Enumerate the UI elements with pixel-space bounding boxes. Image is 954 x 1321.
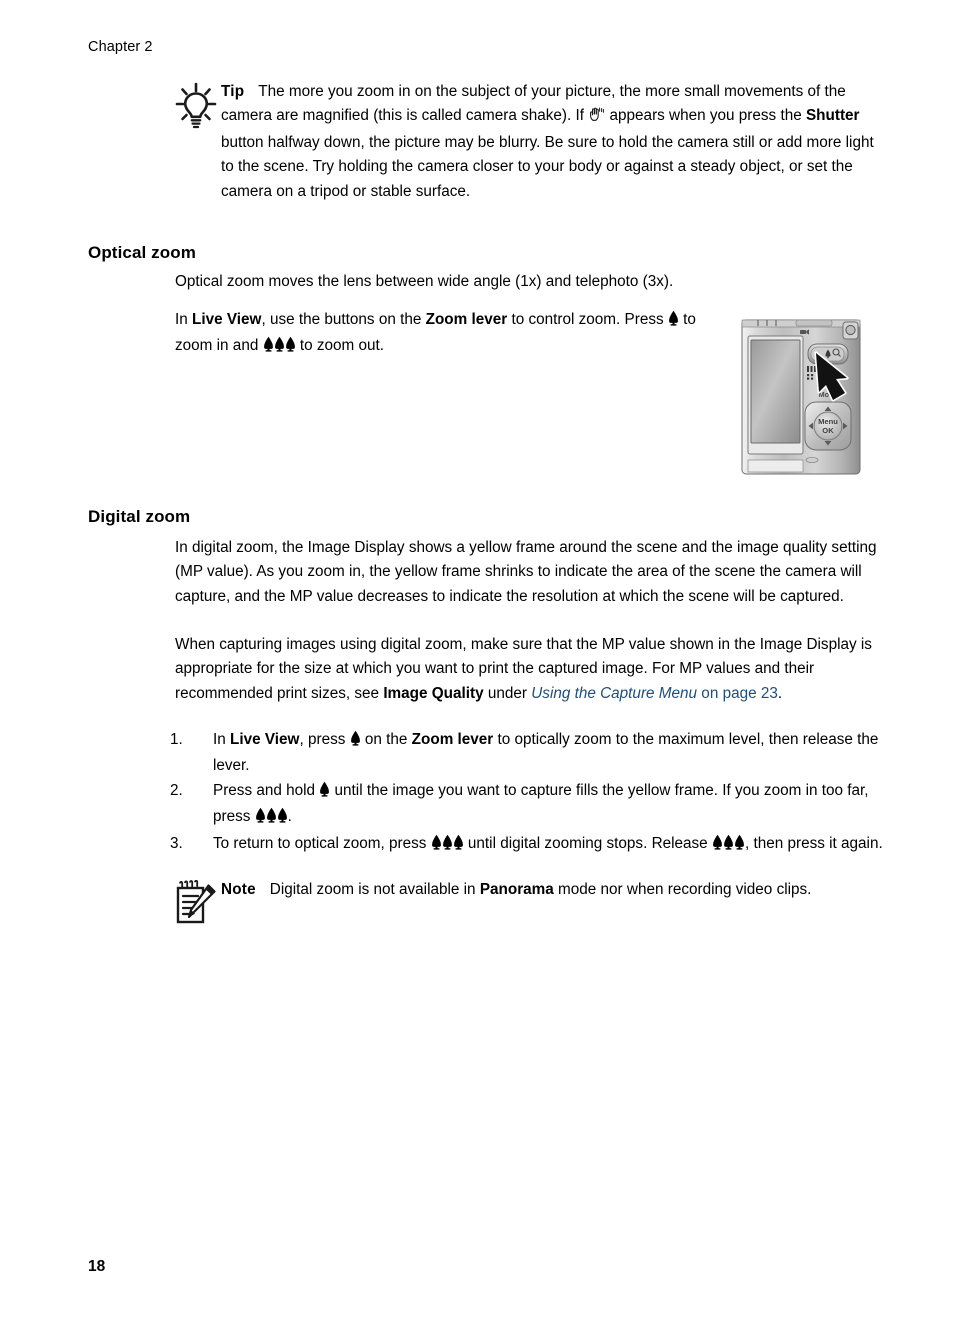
tip-text-2: appears when you press the: [605, 107, 806, 125]
notepad-pencil-icon: [175, 878, 221, 926]
shaking-hand-icon: [588, 106, 605, 130]
s3-t1: To return to optical zoom, press: [213, 834, 431, 852]
step-text: In Live View, press on the Zoom lever to…: [213, 728, 908, 779]
s3-t3: , then press it again.: [744, 834, 883, 852]
telephoto-zoom-icon: [319, 781, 330, 805]
camera-back-illustration: Mode Menu OK: [740, 314, 864, 478]
capture-menu-link-page[interactable]: on page 23: [697, 685, 778, 702]
wide-angle-zoom-icon: [263, 336, 296, 360]
list-item: 2. Press and hold until the image you wa…: [168, 779, 908, 832]
s1-bold-live-view: Live View: [230, 731, 300, 748]
step-text: To return to optical zoom, press until d…: [213, 832, 908, 858]
wide-angle-zoom-icon: [712, 834, 745, 858]
dz2-bold-image-quality: Image Quality: [383, 684, 484, 702]
digital-zoom-steps: 1. In Live View, press on the Zoom lever…: [168, 728, 908, 858]
step-number: 1.: [170, 731, 183, 748]
note-callout-body: Note Digital zoom is not available in Pan…: [221, 878, 811, 902]
tip-callout: Tip The more you zoom in on the subject o…: [175, 80, 887, 204]
list-item: 3. To return to optical zoom, press unti…: [168, 832, 908, 858]
digital-zoom-paragraph-1: In digital zoom, the Image Display shows…: [175, 539, 877, 605]
s3-t2: until digital zooming stops. Release: [463, 834, 712, 852]
step-number: 2.: [170, 781, 183, 799]
dz2-t3: .: [777, 684, 783, 702]
tip-bold-shutter: Shutter: [805, 107, 860, 125]
wide-angle-zoom-icon: [255, 807, 288, 831]
note-callout: Note Digital zoom is not available in Pan…: [175, 878, 915, 926]
optical-zoom-heading: Optical zoom: [88, 243, 196, 262]
lightbulb-icon: [175, 80, 221, 132]
op2-t1: In: [175, 311, 193, 328]
note-label: Note: [221, 881, 256, 898]
op2-bold-live-view: Live View: [192, 311, 262, 328]
note-bold-panorama: Panorama: [479, 881, 554, 898]
camera-menu-label: Menu: [818, 417, 838, 426]
op2-t3: to control zoom. Press: [507, 311, 668, 328]
op2-bold-zoom-lever: Zoom lever: [425, 311, 508, 328]
digital-zoom-paragraph-2: When capturing images using digital zoom…: [175, 633, 890, 706]
s1-bold-zoom-lever: Zoom lever: [411, 731, 494, 748]
wide-angle-zoom-icon: [431, 834, 464, 858]
page-number: 18: [88, 1258, 106, 1275]
s1-t3: on the: [360, 731, 412, 748]
op2-t5: to zoom out.: [295, 337, 385, 355]
tip-text-3: button halfway down, the picture may be …: [221, 133, 874, 200]
s1-t1: In: [213, 731, 231, 748]
s1-t2: , press: [299, 731, 350, 748]
note-t2: mode nor when recording video clips.: [553, 881, 812, 898]
op2-t2: , use the buttons on the: [261, 311, 426, 328]
step-text: Press and hold until the image you want …: [213, 779, 908, 832]
note-t1: Digital zoom is not available in: [269, 881, 480, 898]
tip-label: Tip: [221, 83, 245, 100]
tip-callout-body: Tip The more you zoom in on the subject o…: [221, 80, 887, 204]
telephoto-zoom-icon: [668, 310, 679, 334]
dz2-t2: under: [483, 684, 532, 702]
telephoto-zoom-icon: [350, 730, 361, 754]
optical-zoom-paragraph-1: Optical zoom moves the lens between wide…: [175, 273, 674, 290]
capture-menu-link[interactable]: Using the Capture Menu: [531, 685, 697, 702]
digital-zoom-heading: Digital zoom: [88, 507, 191, 526]
chapter-header: Chapter 2: [88, 39, 153, 55]
document-page: Chapter 2 Tip The more you zoom in on th…: [0, 0, 954, 1321]
step-number: 3.: [170, 834, 183, 852]
s2-t3: .: [287, 808, 292, 826]
s2-t1: Press and hold: [213, 781, 320, 799]
optical-zoom-paragraph-2: In Live View, use the buttons on the Zoo…: [175, 308, 720, 361]
camera-ok-label: OK: [822, 426, 834, 435]
list-item: 1. In Live View, press on the Zoom lever…: [168, 728, 908, 779]
